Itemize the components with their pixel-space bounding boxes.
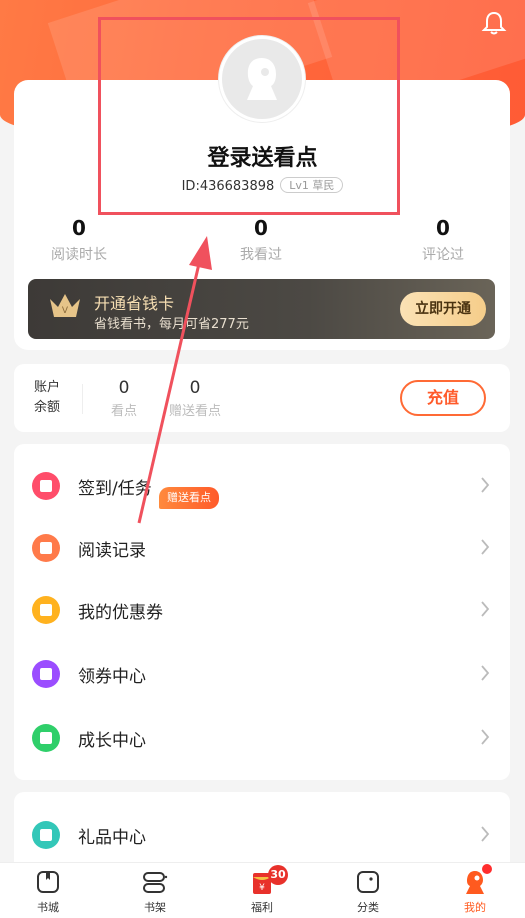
tab-label: 福利 bbox=[251, 901, 273, 914]
stat-value: 0 bbox=[72, 216, 86, 240]
menu-item-label: 成长中心 bbox=[78, 731, 146, 751]
menu-item-growth-center[interactable]: 成长中心 bbox=[14, 712, 510, 764]
tab-label: 书架 bbox=[144, 901, 166, 914]
chevron-right-icon bbox=[481, 665, 490, 681]
chevron-right-icon bbox=[481, 729, 490, 745]
vip-open-button[interactable]: 立即开通 bbox=[400, 292, 486, 326]
crown-icon: V bbox=[50, 294, 80, 317]
tab-label: 分类 bbox=[357, 901, 379, 914]
balance-points[interactable]: 0 看点 bbox=[106, 378, 142, 419]
gift-icon bbox=[32, 821, 60, 849]
recharge-button[interactable]: 充值 bbox=[400, 380, 486, 416]
svg-text:V: V bbox=[62, 306, 69, 316]
menu-item-label: 签到/任务 bbox=[78, 479, 152, 499]
notification-dot bbox=[482, 864, 492, 874]
vip-subtitle: 省钱看书，每月可省277元 bbox=[94, 317, 249, 332]
menu-item-checkin[interactable]: 签到/任务 赠送看点 bbox=[14, 460, 510, 512]
menu-item-reading-history[interactable]: 阅读记录 bbox=[14, 522, 510, 574]
tab-category[interactable]: 分类 bbox=[338, 869, 398, 915]
chevron-right-icon bbox=[481, 539, 490, 555]
bottom-tab-bar: 书城 书架 ¥ 福利 分类 我的 bbox=[0, 862, 525, 918]
bookstore-icon bbox=[37, 871, 59, 893]
chevron-right-icon bbox=[481, 601, 490, 617]
stat-value: 0 bbox=[436, 216, 450, 240]
tab-label: 书城 bbox=[37, 901, 59, 914]
calendar-icon bbox=[32, 472, 60, 500]
svg-text:¥: ¥ bbox=[259, 883, 265, 893]
tab-label: 我的 bbox=[464, 901, 486, 914]
menu-item-coupons[interactable]: 我的优惠券 bbox=[14, 584, 510, 636]
vip-title: 开通省钱卡 bbox=[94, 294, 175, 313]
balance-card: 账户余额 0 看点 0 赠送看点 充值 bbox=[14, 364, 510, 432]
stat-reading-time[interactable]: 0 阅读时长 bbox=[19, 216, 139, 264]
stat-viewed[interactable]: 0 我看过 bbox=[201, 216, 321, 264]
gift-points-badge: 赠送看点 bbox=[159, 487, 219, 509]
stat-comments[interactable]: 0 评论过 bbox=[383, 216, 503, 264]
category-icon bbox=[357, 871, 379, 893]
balance-item-label: 赠送看点 bbox=[168, 404, 221, 419]
notification-bell-icon[interactable] bbox=[481, 10, 507, 36]
chevron-right-icon bbox=[481, 826, 490, 842]
menu-item-coupon-center[interactable]: 领券中心 bbox=[14, 648, 510, 700]
welfare-count-badge: 30 bbox=[268, 865, 288, 885]
tab-mine[interactable]: 我的 bbox=[445, 869, 505, 915]
star-icon bbox=[32, 724, 60, 752]
divider bbox=[82, 384, 83, 414]
stat-label: 我看过 bbox=[240, 247, 282, 263]
balance-label: 账户余额 bbox=[34, 380, 61, 415]
vip-promo-banner[interactable]: V 开通省钱卡 省钱看书，每月可省277元 立即开通 bbox=[28, 279, 495, 339]
balance-item-label: 看点 bbox=[110, 404, 137, 419]
menu-item-label: 礼品中心 bbox=[78, 828, 146, 848]
stat-label: 阅读时长 bbox=[51, 247, 107, 263]
menu-card: 签到/任务 赠送看点 阅读记录 我的优惠券 领券中心 成长中心 bbox=[14, 444, 510, 780]
annotation-highlight-box bbox=[98, 17, 400, 215]
menu-item-label: 我的优惠券 bbox=[78, 603, 163, 623]
book-icon bbox=[32, 534, 60, 562]
stat-label: 评论过 bbox=[422, 247, 464, 263]
tab-bookshelf[interactable]: 书架 bbox=[125, 869, 185, 915]
menu-item-gift-center[interactable]: 礼品中心 bbox=[14, 809, 510, 861]
chevron-right-icon bbox=[481, 477, 490, 493]
balance-value: 0 bbox=[118, 378, 130, 398]
bookshelf-icon bbox=[143, 872, 168, 893]
stat-value: 0 bbox=[254, 216, 268, 240]
balance-gift-points[interactable]: 0 赠送看点 bbox=[164, 378, 226, 419]
flag-icon bbox=[32, 660, 60, 688]
menu-item-label: 领券中心 bbox=[78, 667, 146, 687]
menu-item-label: 阅读记录 bbox=[78, 541, 146, 561]
tab-bookstore[interactable]: 书城 bbox=[18, 869, 78, 915]
coupon-icon bbox=[32, 596, 60, 624]
balance-value: 0 bbox=[189, 378, 201, 398]
